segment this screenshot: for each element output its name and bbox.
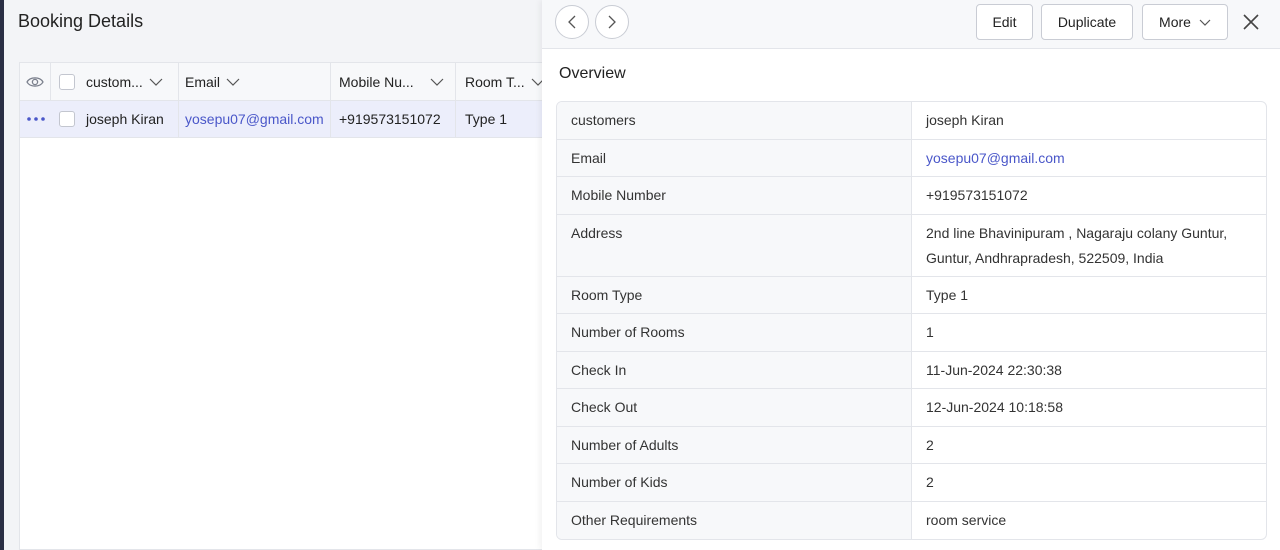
close-button[interactable]: [1239, 10, 1263, 34]
edit-button[interactable]: Edit: [976, 4, 1033, 40]
column-header-room-type[interactable]: Room T...: [456, 63, 550, 100]
header-select-cell: [55, 63, 79, 100]
field-label: Check In: [557, 351, 912, 388]
chevron-left-icon: [568, 15, 576, 29]
column-header-label: Mobile Nu...: [339, 73, 414, 90]
next-record-button[interactable]: [595, 5, 629, 39]
previous-record-button[interactable]: [555, 5, 589, 39]
column-header-mobile[interactable]: Mobile Nu...: [331, 63, 456, 100]
field-label: Room Type: [557, 276, 912, 313]
row-checkbox[interactable]: [59, 111, 75, 127]
duplicate-button[interactable]: Duplicate: [1041, 4, 1133, 40]
column-visibility[interactable]: [20, 63, 51, 100]
field-value: +919573151072: [926, 187, 1028, 203]
chevron-down-icon: [149, 78, 163, 86]
field-row-other-requirements: Other Requirements room service: [557, 501, 1266, 539]
chevron-right-icon: [608, 15, 616, 29]
field-row-check-out: Check Out 12-Jun-2024 10:18:58: [557, 389, 1266, 427]
field-label: Other Requirements: [557, 501, 912, 539]
field-row-number-of-kids: Number of Kids 2: [557, 464, 1266, 502]
field-row-room-type: Room Type Type 1: [557, 276, 1266, 314]
column-header-label: custom...: [86, 73, 143, 90]
field-value: 2: [926, 436, 934, 453]
field-value: room service: [926, 511, 1007, 528]
field-value: Type 1: [926, 286, 969, 303]
field-value: 12-Jun-2024 10:18:58: [926, 399, 1063, 415]
table-row[interactable]: joseph Kiran yosepu07@gmail.com +9195731…: [20, 101, 549, 138]
records-table: custom... Email Mobile Nu... Room T... j…: [19, 62, 549, 550]
field-row-email: Email yosepu07@gmail.com: [557, 139, 1266, 177]
field-row-number-of-rooms: Number of Rooms 1: [557, 314, 1266, 352]
field-label: Mobile Number: [557, 177, 912, 214]
field-label: Number of Rooms: [557, 314, 912, 351]
column-header-label: Email: [185, 73, 221, 90]
field-row-check-in: Check In 11-Jun-2024 22:30:38: [557, 351, 1266, 389]
cell-email-link[interactable]: yosepu07@gmail.com: [185, 111, 324, 127]
field-value: joseph Kiran: [926, 112, 1004, 128]
more-menu-button[interactable]: More: [1142, 4, 1228, 40]
overview-table: customers joseph Kiran Email yosepu07@gm…: [556, 101, 1267, 540]
column-header-email[interactable]: Email: [179, 63, 331, 100]
field-label: customers: [557, 102, 912, 139]
field-label: Email: [557, 139, 912, 176]
field-value: 1: [926, 324, 934, 340]
eye-icon[interactable]: [26, 75, 44, 89]
field-row-customers: customers joseph Kiran: [557, 102, 1266, 140]
email-link[interactable]: yosepu07@gmail.com: [912, 136, 1266, 177]
row-actions[interactable]: [20, 101, 51, 137]
field-value: 2: [926, 474, 934, 490]
list-pane: Booking Details custom... Email Mobile N…: [4, 0, 549, 550]
chevron-down-icon: [430, 78, 444, 86]
column-header-customers[interactable]: custom...: [79, 63, 179, 100]
field-label: Number of Adults: [557, 426, 912, 463]
close-icon: [1243, 14, 1259, 30]
select-all-checkbox[interactable]: [59, 73, 75, 90]
field-label: Number of Kids: [557, 464, 912, 501]
field-value: 2nd line Bhavinipuram , Nagaraju colany …: [926, 224, 1228, 266]
cell-room-type: Type 1: [465, 111, 508, 127]
field-row-number-of-adults: Number of Adults 2: [557, 426, 1266, 464]
field-label: Check Out: [557, 389, 912, 426]
more-dots-icon[interactable]: [26, 117, 45, 121]
more-menu-label: More: [1159, 14, 1191, 30]
table-header: custom... Email Mobile Nu... Room T...: [20, 63, 549, 101]
chevron-down-icon: [1199, 19, 1211, 26]
cell-customer: joseph Kiran: [79, 101, 179, 137]
detail-toolbar: Edit Duplicate More: [542, 0, 1280, 49]
chevron-down-icon: [226, 78, 240, 86]
field-row-address: Address 2nd line Bhavinipuram , Nagaraju…: [557, 214, 1266, 277]
cell-email-wrap: yosepu07@gmail.com: [179, 101, 331, 137]
row-select-cell: [55, 101, 79, 137]
detail-pane: Edit Duplicate More Overview customers j…: [542, 0, 1280, 550]
field-value: 11-Jun-2024 22:30:38: [926, 361, 1062, 378]
section-title: Overview: [559, 65, 626, 82]
page-title: Booking Details: [18, 11, 144, 31]
column-header-label: Room T...: [465, 73, 525, 90]
cell-mobile: +919573151072: [331, 101, 456, 137]
field-row-mobile-number: Mobile Number +919573151072: [557, 177, 1266, 215]
field-label: Address: [557, 214, 912, 276]
